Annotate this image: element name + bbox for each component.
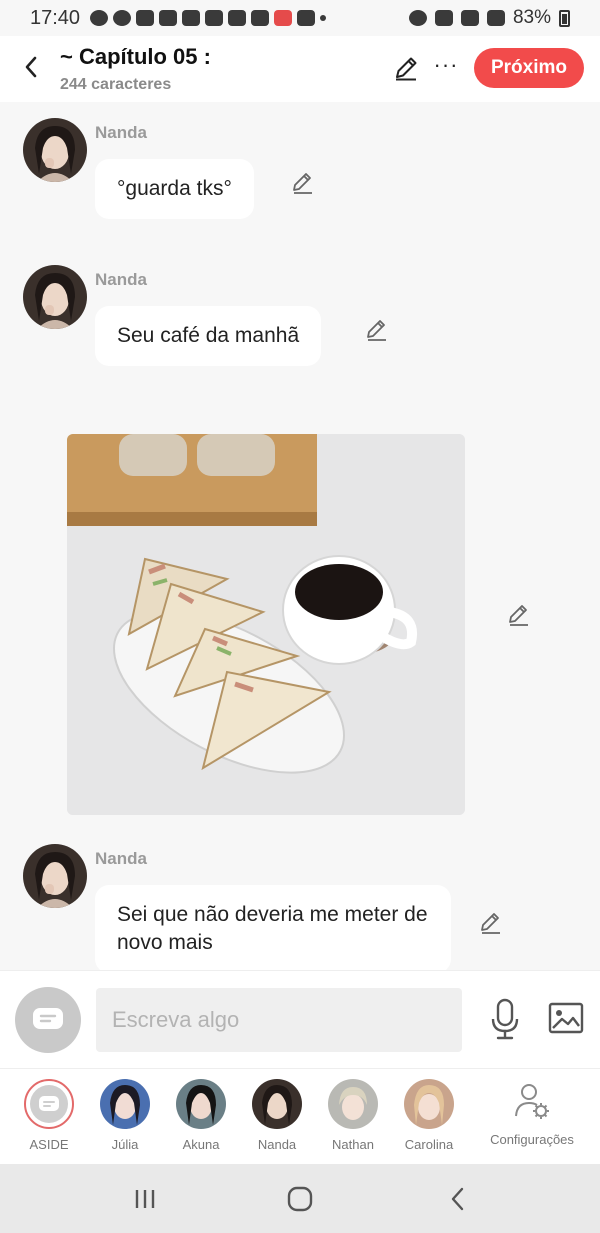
- back-button[interactable]: [16, 52, 46, 82]
- sender-name: Nanda: [95, 849, 147, 868]
- youtube-icon: [159, 10, 178, 26]
- wifi-icon: [460, 10, 479, 26]
- avatar: [328, 1079, 378, 1129]
- character-carolina[interactable]: Carolina: [391, 1079, 467, 1152]
- microphone-icon: [491, 998, 519, 1040]
- avatar: [176, 1079, 226, 1129]
- message-bubble[interactable]: Sei que não deveria me meter de novo mai…: [95, 885, 451, 970]
- instagram-icon: [113, 10, 132, 26]
- youtube-icon: [228, 10, 247, 26]
- back-arrow-icon: [25, 56, 37, 78]
- manga-toon-icon: [274, 10, 293, 26]
- settings-label: Configurações: [490, 1132, 574, 1147]
- character-nanda[interactable]: Nanda: [239, 1079, 315, 1152]
- microphone-button[interactable]: [488, 997, 522, 1041]
- recent-apps-icon: [135, 1190, 155, 1208]
- more-options-button[interactable]: ···: [432, 54, 460, 82]
- image-icon: [548, 1002, 584, 1034]
- recent-apps-button[interactable]: [130, 1184, 160, 1214]
- pencil-icon: [481, 913, 500, 934]
- aside-avatar: [24, 1079, 74, 1129]
- avatar-nanda[interactable]: [23, 118, 87, 182]
- avatar-nanda[interactable]: [23, 844, 87, 908]
- pencil-icon: [367, 320, 386, 341]
- message-text: Seu café da manhã: [117, 324, 300, 347]
- compose-bar: [0, 970, 600, 1068]
- header: ~ Capítulo 05 : 244 caracteres ··· Próxi…: [0, 36, 600, 102]
- system-status: 83%: [408, 7, 570, 29]
- edit-message-button[interactable]: [364, 317, 390, 343]
- app-icon: [297, 10, 316, 26]
- edit-message-button[interactable]: [506, 602, 532, 628]
- message-bubble[interactable]: °guarda tks°: [95, 159, 254, 219]
- home-icon: [287, 1186, 313, 1212]
- character-julia[interactable]: Júlia: [87, 1079, 163, 1152]
- signal-icon: [486, 10, 505, 26]
- avatar: [100, 1079, 150, 1129]
- character-akuna[interactable]: Akuna: [163, 1079, 239, 1152]
- pencil-icon: [293, 173, 312, 194]
- aside-toggle-button[interactable]: [15, 987, 81, 1053]
- more-notifications-icon: [320, 15, 327, 21]
- nav-back-button[interactable]: [443, 1184, 473, 1214]
- notification-icons: [90, 10, 327, 26]
- pencil-icon: [396, 57, 417, 81]
- character-name: Nanda: [257, 1137, 297, 1152]
- insert-image-button[interactable]: [548, 1001, 584, 1035]
- message-text: °guarda tks°: [117, 177, 232, 200]
- edit-message-button[interactable]: [478, 910, 504, 936]
- character-count: 244 caracteres: [60, 76, 172, 93]
- home-button[interactable]: [285, 1184, 315, 1214]
- youtube-icon: [205, 10, 224, 26]
- character-name: Carolina: [404, 1137, 454, 1152]
- settings-button[interactable]: Configurações: [484, 1081, 580, 1147]
- more-dots-icon: ···: [433, 52, 459, 77]
- twitter-icon: [136, 10, 155, 26]
- sender-name: Nanda: [95, 270, 147, 289]
- youtube-icon: [182, 10, 201, 26]
- character-name: Akuna: [182, 1137, 220, 1152]
- avatar-nanda[interactable]: [23, 265, 87, 329]
- character-name: Nathan: [332, 1137, 374, 1152]
- character-name: Júlia: [111, 1137, 139, 1152]
- avatar: [252, 1079, 302, 1129]
- mute-icon: [434, 10, 453, 26]
- sender-name: Nanda: [95, 123, 147, 142]
- character-aside[interactable]: ASIDE: [11, 1079, 87, 1152]
- chapter-title: ~ Capítulo 05 :: [60, 44, 211, 69]
- chat-bubble-icon: [33, 1008, 63, 1029]
- message-text: Sei que não deveria me meter de novo mai…: [117, 903, 428, 954]
- whatsapp-icon: [90, 10, 109, 26]
- breakfast-photo[interactable]: [67, 434, 465, 815]
- avatar: [404, 1079, 454, 1129]
- character-bar: ASIDE Júlia Akuna Nanda Nathan Carolina …: [0, 1068, 600, 1164]
- edit-title-button[interactable]: [392, 54, 420, 82]
- nav-back-icon: [451, 1187, 464, 1211]
- system-nav-bar: [0, 1164, 600, 1233]
- battery-percent: 83%: [512, 7, 551, 28]
- status-bar: 17:40 83%: [0, 0, 600, 36]
- battery-icon: [559, 9, 570, 27]
- character-name: ASIDE: [29, 1137, 69, 1152]
- chat-area[interactable]: Nanda °guarda tks° Nanda Seu café da man…: [0, 102, 600, 970]
- message-input[interactable]: [96, 988, 462, 1052]
- chat-bubble-icon: [39, 1096, 59, 1111]
- edit-message-button[interactable]: [290, 170, 316, 196]
- pencil-icon: [509, 605, 528, 626]
- status-time: 17:40: [30, 6, 81, 29]
- user-settings-icon: [515, 1084, 549, 1119]
- character-nathan[interactable]: Nathan: [315, 1079, 391, 1152]
- youtube-icon: [251, 10, 270, 26]
- alarm-icon: [408, 10, 427, 26]
- message-bubble[interactable]: Seu café da manhã: [95, 306, 322, 366]
- next-button[interactable]: Próximo: [474, 48, 584, 88]
